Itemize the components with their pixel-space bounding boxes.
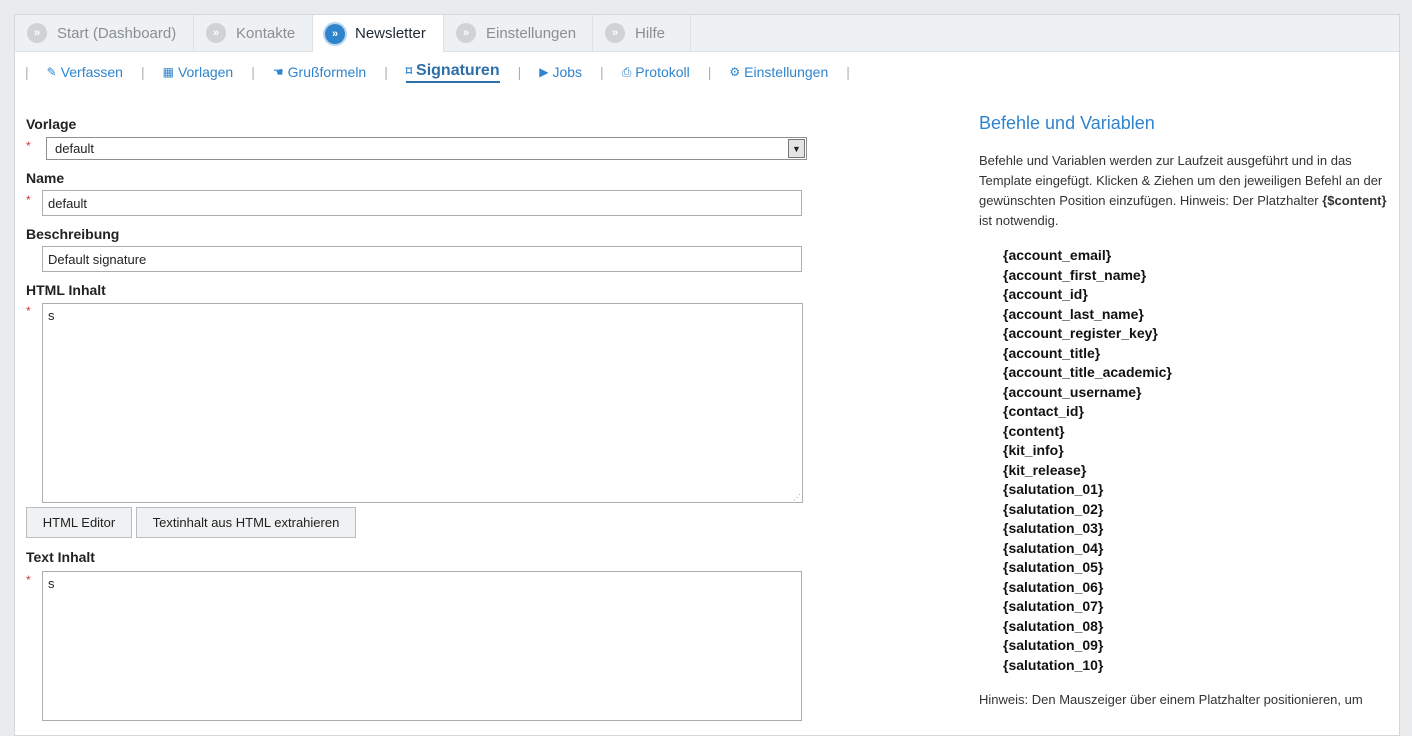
hand-icon: ☚ bbox=[272, 65, 284, 79]
html-inhalt-label: HTML Inhalt bbox=[26, 282, 106, 298]
beschreibung-label: Beschreibung bbox=[26, 226, 120, 242]
tab-hilfe[interactable]: » Hilfe bbox=[593, 15, 691, 51]
name-input[interactable] bbox=[42, 190, 802, 216]
subnav-signaturen[interactable]: ⌑ Signaturen bbox=[405, 62, 500, 83]
vorlage-selected-value: default bbox=[55, 141, 95, 156]
beschreibung-input[interactable] bbox=[42, 246, 802, 272]
page: » Start (Dashboard) » Kontakte » Newslet… bbox=[14, 14, 1400, 736]
dropdown-arrow-icon[interactable]: ▼ bbox=[788, 139, 805, 158]
vorlage-select[interactable]: default ▼ bbox=[46, 137, 807, 160]
required-mark: * bbox=[26, 573, 31, 587]
extract-text-button[interactable]: Textinhalt aus HTML extrahieren bbox=[136, 507, 356, 538]
chevron-right-icon: » bbox=[206, 23, 226, 43]
subnav-einstellungen[interactable]: ⚙ Einstellungen bbox=[729, 64, 828, 80]
template-icon: ▦ bbox=[162, 65, 174, 79]
variable-item[interactable]: {account_title} bbox=[1003, 344, 1399, 364]
variable-item[interactable]: {content} bbox=[1003, 422, 1399, 442]
variable-item[interactable]: {account_id} bbox=[1003, 285, 1399, 305]
vorlage-label: Vorlage bbox=[26, 116, 77, 132]
chevron-right-icon: » bbox=[456, 23, 476, 43]
text-inhalt-label: Text Inhalt bbox=[26, 549, 95, 565]
variable-item[interactable]: {salutation_02} bbox=[1003, 500, 1399, 520]
tab-label: Einstellungen bbox=[486, 24, 577, 42]
chevron-right-icon: » bbox=[325, 23, 345, 44]
required-mark: * bbox=[26, 139, 31, 153]
variable-item[interactable]: {salutation_04} bbox=[1003, 539, 1399, 559]
variable-item[interactable]: {salutation_09} bbox=[1003, 636, 1399, 656]
variable-list: {account_email} {account_first_name} {ac… bbox=[979, 246, 1399, 675]
chevron-right-icon: » bbox=[605, 23, 625, 43]
variable-item[interactable]: {account_title_academic} bbox=[1003, 363, 1399, 383]
variable-item[interactable]: {account_first_name} bbox=[1003, 266, 1399, 286]
tab-einstellungen[interactable]: » Einstellungen bbox=[444, 15, 593, 51]
subnav-jobs[interactable]: ▶ Jobs bbox=[539, 64, 582, 80]
tab-label: Newsletter bbox=[355, 25, 426, 42]
play-icon: ▶ bbox=[539, 65, 549, 79]
variable-item[interactable]: {account_register_key} bbox=[1003, 324, 1399, 344]
printer-icon: ⎙ bbox=[621, 64, 632, 79]
pencil-icon: ✎ bbox=[46, 65, 57, 79]
main-tabbar: » Start (Dashboard) » Kontakte » Newslet… bbox=[15, 15, 1399, 52]
html-editor-button[interactable]: HTML Editor bbox=[26, 507, 132, 538]
content-placeholder-hint: {$content} bbox=[1322, 193, 1387, 208]
variable-item[interactable]: {salutation_10} bbox=[1003, 656, 1399, 676]
variable-item[interactable]: {contact_id} bbox=[1003, 402, 1399, 422]
sidebar-title: Befehle und Variablen bbox=[979, 113, 1155, 133]
sidebar-footer-hint: Hinweis: Den Mauszeiger über einem Platz… bbox=[979, 692, 1363, 707]
variable-item[interactable]: {account_username} bbox=[1003, 383, 1399, 403]
tab-kontakte[interactable]: » Kontakte bbox=[194, 15, 313, 51]
subnav-protokoll[interactable]: ⎙ Protokoll bbox=[622, 64, 690, 80]
variable-item[interactable]: {salutation_03} bbox=[1003, 519, 1399, 539]
html-inhalt-textarea[interactable]: s bbox=[42, 303, 803, 503]
variable-item[interactable]: {salutation_08} bbox=[1003, 617, 1399, 637]
variable-item[interactable]: {salutation_01} bbox=[1003, 480, 1399, 500]
name-label: Name bbox=[26, 170, 65, 186]
subnav-verfassen[interactable]: ✎ Verfassen bbox=[47, 64, 123, 80]
text-inhalt-textarea[interactable]: s bbox=[42, 571, 802, 721]
sidebar-intro: Befehle und Variablen werden zur Laufzei… bbox=[979, 153, 1387, 228]
variable-item[interactable]: {account_email} bbox=[1003, 246, 1399, 266]
variable-item[interactable]: {salutation_07} bbox=[1003, 597, 1399, 617]
variable-item[interactable]: {kit_release} bbox=[1003, 461, 1399, 481]
tab-start-dashboard[interactable]: » Start (Dashboard) bbox=[15, 15, 194, 51]
tab-label: Kontakte bbox=[236, 24, 296, 42]
gears-icon: ⚙ bbox=[729, 65, 741, 79]
bookmark-icon: ⌑ bbox=[405, 63, 413, 78]
variable-item[interactable]: {salutation_05} bbox=[1003, 558, 1399, 578]
chevron-right-icon: » bbox=[27, 23, 47, 43]
tab-label: Hilfe bbox=[635, 24, 666, 42]
sub-navigation: | ✎ Verfassen | ▦ Vorlagen | ☚ Grußforme… bbox=[25, 61, 868, 83]
subnav-grussformeln[interactable]: ☚ Grußformeln bbox=[273, 64, 366, 80]
variable-item[interactable]: {salutation_06} bbox=[1003, 578, 1399, 598]
html-inhalt-wrapper: s ⋰ bbox=[42, 303, 803, 503]
required-mark: * bbox=[26, 193, 31, 207]
tab-newsletter[interactable]: » Newsletter bbox=[313, 15, 444, 52]
resize-grip-icon[interactable]: ⋰ bbox=[793, 493, 801, 502]
variable-item[interactable]: {account_last_name} bbox=[1003, 305, 1399, 325]
commands-sidebar: Befehle und Variablen Befehle und Variab… bbox=[979, 113, 1399, 710]
variable-item[interactable]: {kit_info} bbox=[1003, 441, 1399, 461]
required-mark: * bbox=[26, 304, 31, 318]
tab-label: Start (Dashboard) bbox=[57, 24, 177, 42]
subnav-vorlagen[interactable]: ▦ Vorlagen bbox=[163, 64, 234, 80]
